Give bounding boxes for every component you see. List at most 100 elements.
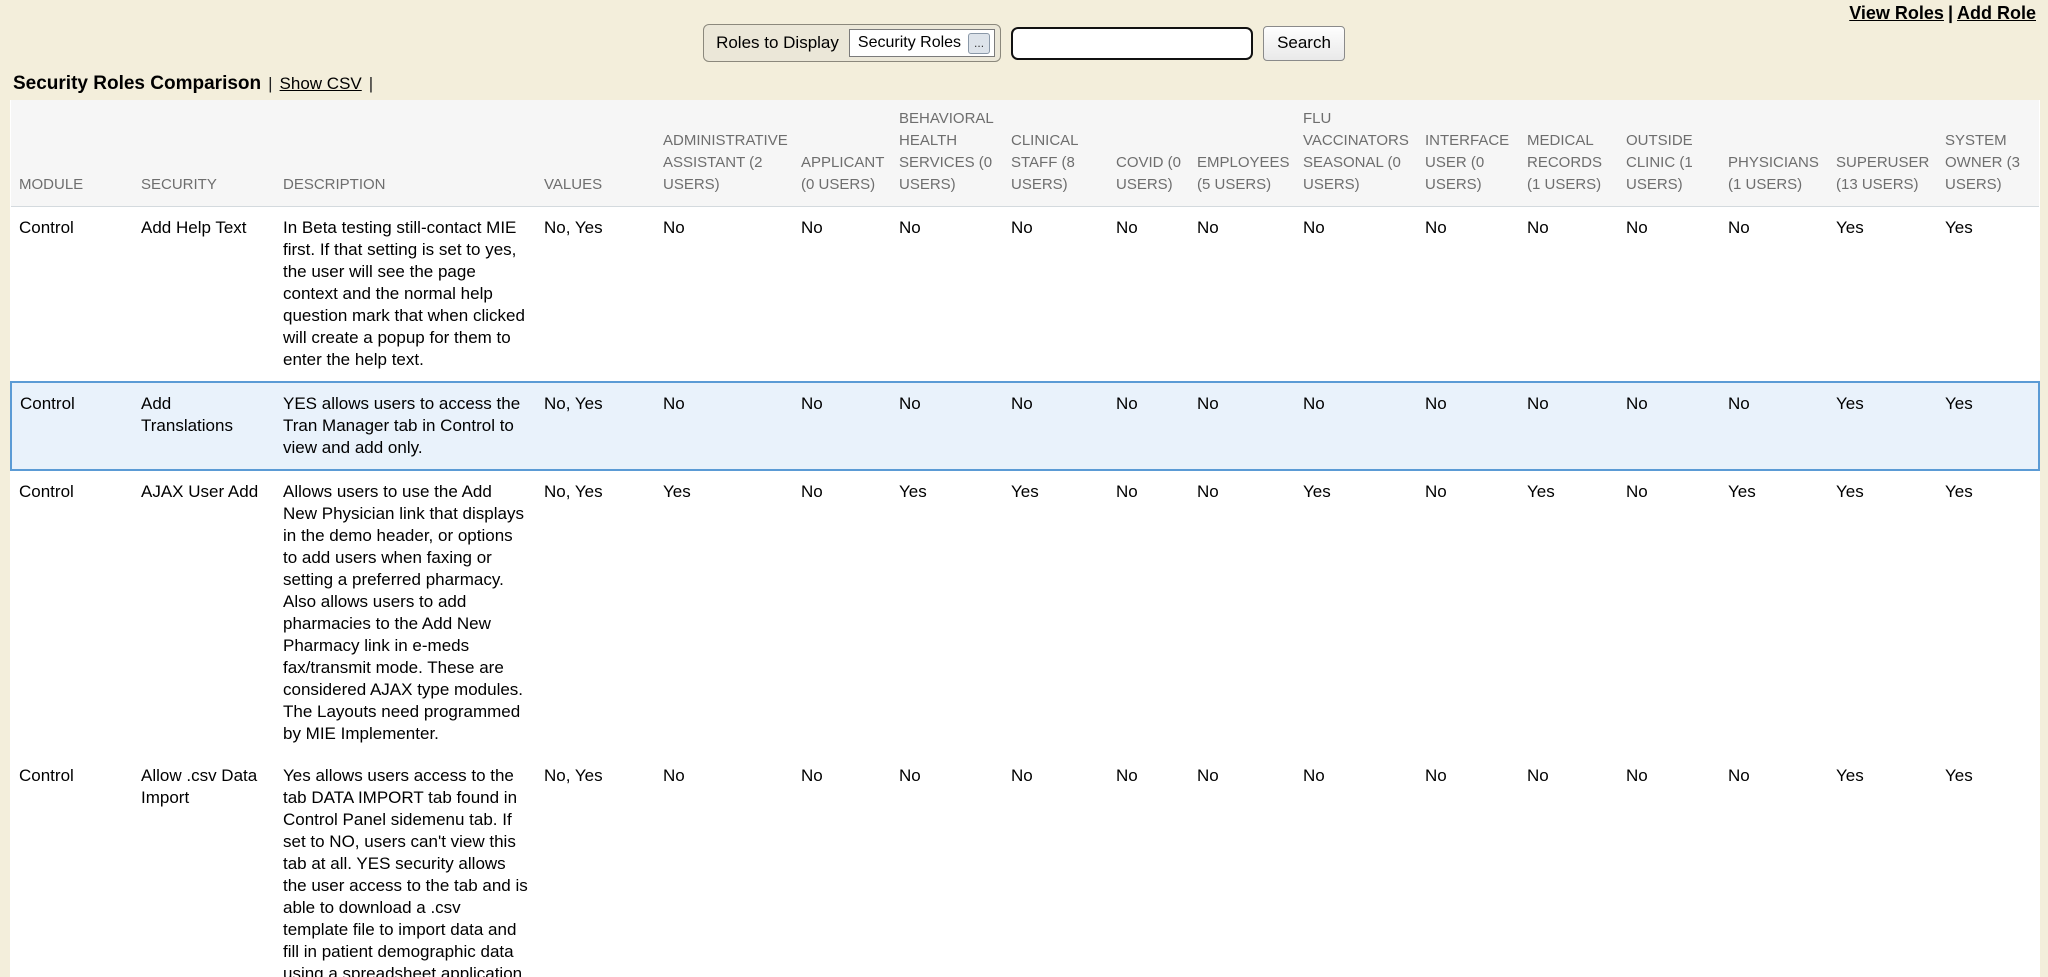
column-header-clinical-staff-8-users: CLINICAL STAFF (8 USERS) — [1011, 100, 1116, 207]
heading-separator-1: | — [268, 74, 272, 94]
cell-role-value: No — [1527, 382, 1626, 470]
cell-role-value: No — [1626, 207, 1728, 383]
table-row: ControlAdd Help TextIn Beta testing stil… — [11, 207, 2039, 383]
cell-role-value: No — [899, 382, 1011, 470]
roles-select-value: Security Roles — [858, 34, 961, 52]
cell-role-value: No — [1197, 755, 1303, 977]
cell-role-value: Yes — [1728, 470, 1836, 755]
cell-role-value: No — [1527, 207, 1626, 383]
cell-role-value: No — [1425, 470, 1527, 755]
cell-role-value: Yes — [1945, 470, 2039, 755]
column-header-superuser-13-users: SUPERUSER (13 USERS) — [1836, 100, 1945, 207]
cell-module: Control — [11, 755, 141, 977]
search-input[interactable] — [1011, 27, 1253, 60]
column-header-system-owner-3-users: SYSTEM OWNER (3 USERS) — [1945, 100, 2039, 207]
column-header-behavioral-health-services-0-users: BEHAVIORAL HEALTH SERVICES (0 USERS) — [899, 100, 1011, 207]
column-header-values: VALUES — [544, 100, 663, 207]
cell-role-value: Yes — [1836, 755, 1945, 977]
cell-description: YES allows users to access the Tran Mana… — [283, 382, 544, 470]
cell-role-value: No — [1011, 382, 1116, 470]
column-header-description: DESCRIPTION — [283, 100, 544, 207]
roles-to-display-label: Roles to Display — [716, 33, 839, 53]
search-button[interactable]: Search — [1263, 26, 1345, 61]
cell-role-value: No — [1116, 382, 1197, 470]
cell-role-value: No — [1425, 755, 1527, 977]
cell-role-value: No — [1116, 755, 1197, 977]
column-header-interface-user-0-users: INTERFACE USER (0 USERS) — [1425, 100, 1527, 207]
roles-to-display-group: Roles to Display Security Roles ... — [703, 24, 1001, 62]
roles-select[interactable]: Security Roles ... — [849, 29, 995, 57]
cell-role-value: No — [663, 755, 801, 977]
cell-role-value: No — [663, 382, 801, 470]
cell-role-value: Yes — [663, 470, 801, 755]
roles-picker-button[interactable]: ... — [968, 33, 990, 54]
cell-security: Add Translations — [141, 382, 283, 470]
column-header-module: MODULE — [11, 100, 141, 207]
cell-role-value: Yes — [1836, 382, 1945, 470]
cell-role-value: No — [1011, 755, 1116, 977]
column-header-applicant-0-users: APPLICANT (0 USERS) — [801, 100, 899, 207]
column-header-medical-records-1-users: MEDICAL RECORDS (1 USERS) — [1527, 100, 1626, 207]
cell-role-value: Yes — [1945, 382, 2039, 470]
table-row: ControlAJAX User AddAllows users to use … — [11, 470, 2039, 755]
heading-separator-2: | — [369, 74, 373, 94]
cell-role-value: No — [1425, 207, 1527, 383]
cell-role-value: No — [1728, 382, 1836, 470]
cell-role-value: No — [1303, 207, 1425, 383]
cell-role-value: No — [1116, 207, 1197, 383]
cell-role-value: No — [1527, 755, 1626, 977]
cell-security: AJAX User Add — [141, 470, 283, 755]
cell-role-value: No — [801, 207, 899, 383]
cell-role-value: No — [899, 755, 1011, 977]
column-header-covid-0-users: COVID (0 USERS) — [1116, 100, 1197, 207]
table-body: ControlAdd Help TextIn Beta testing stil… — [11, 207, 2039, 977]
column-header-security: SECURITY — [141, 100, 283, 207]
table-header: MODULESECURITYDESCRIPTIONVALUESADMINISTR… — [11, 100, 2039, 207]
cell-module: Control — [11, 382, 141, 470]
toolbar: Roles to Display Security Roles ... Sear… — [0, 22, 2048, 64]
table-row: ControlAllow .csv Data ImportYes allows … — [11, 755, 2039, 977]
cell-role-value: Yes — [1303, 470, 1425, 755]
cell-description: Allows users to use the Add New Physicia… — [283, 470, 544, 755]
column-header-outside-clinic-1-users: OUTSIDE CLINIC (1 USERS) — [1626, 100, 1728, 207]
cell-values: No, Yes — [544, 470, 663, 755]
cell-values: No, Yes — [544, 755, 663, 977]
cell-role-value: No — [1626, 382, 1728, 470]
column-header-administrative-assistant-2-users: ADMINISTRATIVE ASSISTANT (2 USERS) — [663, 100, 801, 207]
cell-role-value: Yes — [1945, 207, 2039, 383]
cell-role-value: No — [1116, 470, 1197, 755]
show-csv-link[interactable]: Show CSV — [280, 74, 362, 94]
cell-role-value: No — [801, 382, 899, 470]
cell-role-value: No — [1197, 382, 1303, 470]
cell-role-value: No — [1626, 470, 1728, 755]
cell-role-value: Yes — [1527, 470, 1626, 755]
cell-role-value: No — [1626, 755, 1728, 977]
security-roles-table: MODULESECURITYDESCRIPTIONVALUESADMINISTR… — [10, 100, 2040, 977]
cell-role-value: Yes — [1945, 755, 2039, 977]
view-roles-link[interactable]: View Roles — [1849, 3, 1944, 23]
column-header-flu-vaccinators-seasonal-0-users: FLU VACCINATORS SEASONAL (0 USERS) — [1303, 100, 1425, 207]
cell-role-value: No — [1425, 382, 1527, 470]
cell-role-value: No — [1011, 207, 1116, 383]
top-links-bar: View Roles|Add Role — [0, 0, 2048, 22]
cell-role-value: Yes — [1836, 470, 1945, 755]
cell-description: In Beta testing still-contact MIE first.… — [283, 207, 544, 383]
cell-role-value: No — [1197, 207, 1303, 383]
cell-role-value: No — [1303, 382, 1425, 470]
cell-security: Add Help Text — [141, 207, 283, 383]
cell-role-value: Yes — [899, 470, 1011, 755]
table-header-row: MODULESECURITYDESCRIPTIONVALUESADMINISTR… — [11, 100, 2039, 207]
cell-role-value: No — [1197, 470, 1303, 755]
cell-role-value: No — [899, 207, 1011, 383]
cell-values: No, Yes — [544, 382, 663, 470]
column-header-employees-5-users: EMPLOYEES (5 USERS) — [1197, 100, 1303, 207]
table-row: ControlAdd TranslationsYES allows users … — [11, 382, 2039, 470]
top-links-separator: | — [1944, 3, 1957, 23]
cell-role-value: No — [1303, 755, 1425, 977]
heading-row: Security Roles Comparison | Show CSV | — [13, 73, 2048, 97]
add-role-link[interactable]: Add Role — [1957, 3, 2036, 23]
cell-module: Control — [11, 207, 141, 383]
cell-values: No, Yes — [544, 207, 663, 383]
column-header-physicians-1-users: PHYSICIANS (1 USERS) — [1728, 100, 1836, 207]
cell-role-value: No — [801, 755, 899, 977]
